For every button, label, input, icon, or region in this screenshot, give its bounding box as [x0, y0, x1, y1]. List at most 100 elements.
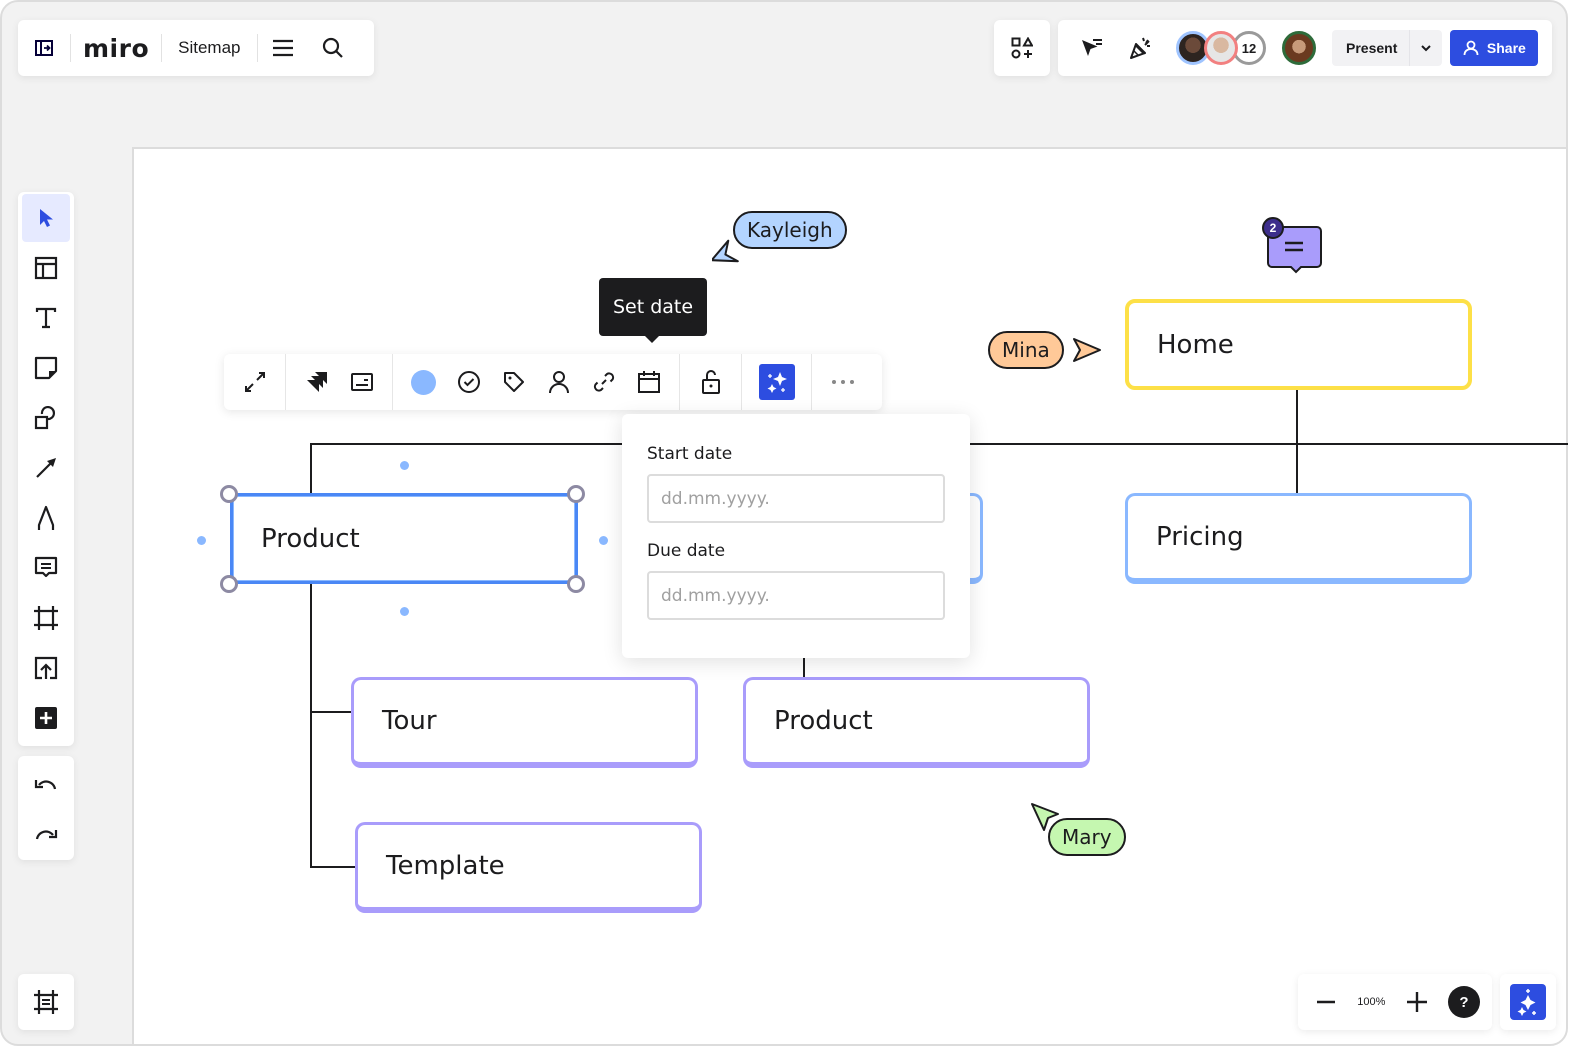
shapes-apps-icon [1011, 37, 1033, 59]
more-options-button[interactable] [820, 362, 865, 402]
tool-pen[interactable] [22, 494, 70, 542]
tag-button[interactable] [491, 362, 536, 402]
history-toolbar [18, 756, 74, 860]
more-icon [831, 380, 854, 384]
collaborator-avatar[interactable] [1204, 31, 1238, 65]
hamburger-menu-icon [272, 39, 293, 57]
header-right-panel: 12 Present Share [1058, 20, 1552, 76]
set-date-button[interactable] [626, 362, 671, 402]
sitemap-node-product[interactable]: Product [743, 677, 1090, 768]
frame-icon [34, 606, 58, 630]
status-button[interactable] [446, 362, 491, 402]
zoom-level[interactable]: 100% [1357, 996, 1385, 1008]
tool-templates[interactable] [22, 244, 70, 292]
zoom-in-button[interactable] [1401, 986, 1433, 1018]
jira-button[interactable] [294, 362, 339, 402]
tool-more[interactable] [22, 694, 70, 742]
comment-thread[interactable]: 2 [1262, 216, 1324, 278]
search-icon [322, 37, 343, 58]
connection-point-left[interactable] [197, 536, 206, 545]
tool-comment[interactable] [22, 544, 70, 592]
tool-frame[interactable] [22, 594, 70, 642]
card-button[interactable] [339, 362, 384, 402]
party-popper-icon [1130, 37, 1150, 59]
sitemap-node-pricing[interactable]: Pricing [1125, 493, 1472, 584]
sticky-note-icon [34, 356, 58, 380]
text-icon [35, 307, 57, 329]
apps-button[interactable] [994, 20, 1050, 76]
ai-button[interactable] [754, 362, 799, 402]
date-popover: Start date Due date [622, 414, 970, 658]
tool-upload[interactable] [22, 644, 70, 692]
sitemap-node-template[interactable]: Template [355, 822, 702, 913]
calendar-icon [637, 371, 660, 393]
node-label: Template [386, 851, 505, 881]
shapes-icon [34, 406, 56, 430]
connection-point-top[interactable] [400, 461, 409, 470]
miro-logo[interactable]: miro [71, 34, 161, 63]
expand-icon [244, 372, 265, 392]
cursor-filter-icon [1082, 39, 1102, 56]
frames-button[interactable] [18, 974, 74, 1030]
connector [310, 866, 356, 868]
zoom-controls: 100% ? [1298, 974, 1492, 1030]
tool-connection-line[interactable] [22, 444, 70, 492]
reactions-button[interactable] [1116, 20, 1166, 76]
connector [1296, 388, 1298, 494]
undo-icon [34, 780, 57, 790]
cursor-pointer-mina [1073, 338, 1101, 362]
redo-icon [35, 830, 58, 840]
connector [310, 443, 622, 445]
tool-text[interactable] [22, 294, 70, 342]
creation-toolbar [18, 192, 74, 746]
present-options-button[interactable] [1410, 30, 1442, 66]
redo-button[interactable] [22, 810, 70, 858]
user-icon [1463, 40, 1479, 56]
due-date-input[interactable] [647, 571, 945, 620]
board-name[interactable]: Sitemap [162, 38, 256, 58]
sidebar-toggle-button[interactable] [18, 20, 70, 76]
plus-icon [1406, 992, 1427, 1012]
assignee-icon [548, 371, 569, 394]
tool-shapes[interactable] [22, 394, 70, 442]
undo-button[interactable] [22, 760, 70, 808]
arrow-line-icon [36, 458, 56, 478]
node-label: Tour [382, 706, 437, 736]
set-date-tooltip: Set date [599, 278, 707, 343]
header-left-panel: miro Sitemap [18, 20, 374, 76]
connection-point-right[interactable] [599, 536, 608, 545]
current-user-avatar[interactable] [1282, 31, 1316, 65]
help-button[interactable]: ? [1447, 986, 1480, 1018]
color-swatch [411, 369, 436, 395]
resize-handle-top-right[interactable] [567, 485, 585, 503]
zoom-out-button[interactable] [1310, 986, 1342, 1018]
menu-button[interactable] [258, 20, 308, 76]
cursor-filter-button[interactable] [1066, 20, 1116, 76]
cursor-label-mary: Mary [1048, 818, 1126, 856]
link-icon [593, 372, 614, 392]
resize-handle-bottom-left[interactable] [220, 575, 238, 593]
connection-point-bottom[interactable] [400, 607, 409, 616]
jira-icon [306, 372, 327, 392]
assignee-button[interactable] [536, 362, 581, 402]
link-button[interactable] [581, 362, 626, 402]
search-button[interactable] [308, 20, 358, 76]
resize-handle-bottom-right[interactable] [567, 575, 585, 593]
tool-select[interactable] [22, 194, 70, 242]
plus-square-icon [35, 707, 57, 729]
expand-button[interactable] [232, 362, 277, 402]
pen-icon [37, 505, 55, 530]
tool-sticky-note[interactable] [22, 344, 70, 392]
present-button[interactable]: Present [1332, 30, 1411, 66]
color-picker-button[interactable] [401, 362, 446, 402]
resize-handle-top-left[interactable] [220, 485, 238, 503]
ai-assistant-button[interactable] [1500, 974, 1556, 1030]
share-button[interactable]: Share [1450, 30, 1539, 66]
connector [803, 656, 805, 678]
sitemap-node-tour[interactable]: Tour [351, 677, 698, 768]
frames-list-icon [34, 990, 58, 1014]
sitemap-node-home[interactable]: Home [1125, 299, 1472, 390]
sitemap-node-product-selected[interactable]: Product [230, 493, 578, 584]
start-date-input[interactable] [647, 474, 945, 523]
lock-button[interactable] [688, 362, 733, 402]
